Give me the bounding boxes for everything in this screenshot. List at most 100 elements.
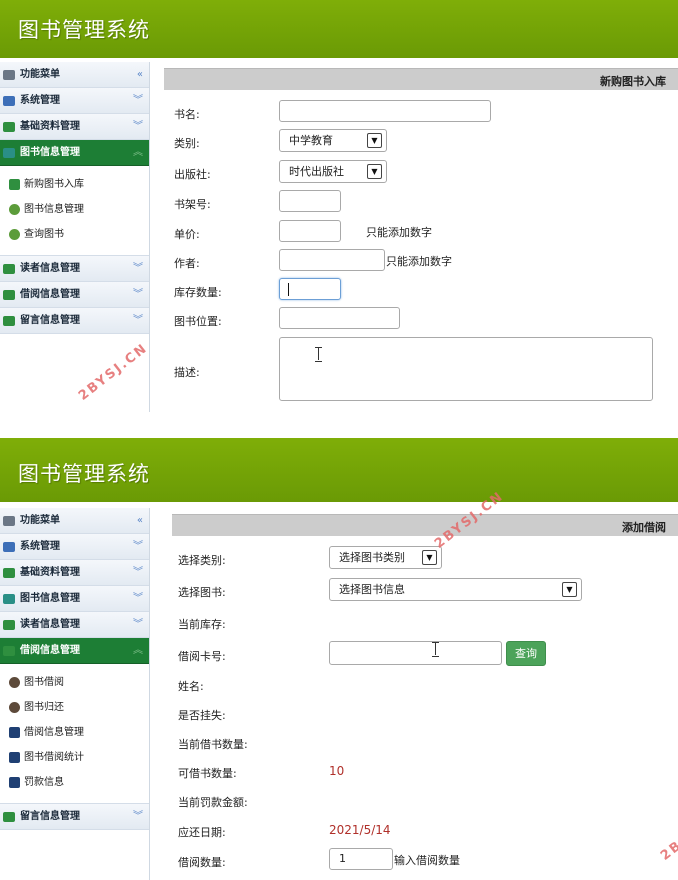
content-area: 添加借阅 选择类别: 选择图书类别 ▼ 选择图书: 选择图书信息 ▼ 当前库存:… xyxy=(172,514,678,880)
price-input[interactable] xyxy=(279,220,341,242)
description-textarea[interactable] xyxy=(279,337,653,401)
sidebar-item-borrow[interactable]: 借阅信息管理 ︾ xyxy=(0,282,149,308)
content-header: 新购图书入库 xyxy=(164,68,678,90)
card-icon xyxy=(3,122,15,132)
gear-icon xyxy=(3,542,15,552)
category-select[interactable]: 中学教育 ▼ xyxy=(279,129,387,152)
author-input[interactable] xyxy=(279,249,385,271)
submenu-item-borrow-manage[interactable]: 借阅信息管理 xyxy=(0,720,149,745)
book-icon xyxy=(9,777,20,788)
person-icon xyxy=(9,702,20,713)
select-category-dropdown[interactable]: 选择图书类别 ▼ xyxy=(329,546,442,569)
submenu-item-fines[interactable]: 罚款信息 xyxy=(0,770,149,795)
sidebar-item-borrow[interactable]: 借阅信息管理 ︽ xyxy=(0,638,149,664)
query-button[interactable]: 查询 xyxy=(506,641,546,666)
select-book-dropdown[interactable]: 选择图书信息 ▼ xyxy=(329,578,582,601)
books-icon xyxy=(3,148,15,158)
sidebar-item-book-info[interactable]: 图书信息管理 ︾ xyxy=(0,586,149,612)
due-date-label: 应还日期: xyxy=(178,826,226,839)
sidebar-item-system[interactable]: 系统管理 ︾ xyxy=(0,88,149,114)
sidebar-item-basic-data[interactable]: 基础资料管理 ︾ xyxy=(0,114,149,140)
price-label: 单价: xyxy=(174,228,200,241)
page-title: 添加借阅 xyxy=(622,521,666,534)
book-name-label: 书名: xyxy=(174,108,200,121)
select-book-label: 选择图书: xyxy=(178,586,226,599)
shelf-no-label: 书架号: xyxy=(174,198,211,211)
submenu-item-label: 图书借阅 xyxy=(24,677,64,688)
books-icon xyxy=(3,594,15,604)
select-category-value: 选择图书类别 xyxy=(339,551,405,564)
borrow-qty-label: 借阅数量: xyxy=(178,856,226,869)
message-icon xyxy=(3,812,15,822)
screenshot-panel-new-book: 图书管理系统 功能菜单 « 系统管理 ︾ 基础资料管理 ︾ 图书信息管理 ︽ 新… xyxy=(0,0,678,412)
card-icon xyxy=(3,568,15,578)
chevron-up-icon: ︽ xyxy=(133,645,143,656)
sidebar-item-label: 基础资料管理 xyxy=(20,121,80,132)
sidebar-item-label: 留言信息管理 xyxy=(20,315,80,326)
app-header: 图书管理系统 xyxy=(0,438,678,502)
submenu-book-info: 新购图书入库 图书信息管理 查询图书 xyxy=(0,166,149,256)
mouse-cursor-icon xyxy=(315,347,323,362)
message-icon xyxy=(3,316,15,326)
chevron-down-icon: ▼ xyxy=(562,582,577,597)
borrow-qty-input[interactable]: 1 xyxy=(329,848,393,870)
chevron-down-icon: ︾ xyxy=(133,541,143,552)
book-add-icon xyxy=(9,179,20,190)
sidebar-item-book-info[interactable]: 图书信息管理 ︽ xyxy=(0,140,149,166)
sidebar-item-reader[interactable]: 读者信息管理 ︾ xyxy=(0,256,149,282)
submenu-item-query-book[interactable]: 查询图书 xyxy=(0,222,149,247)
app-title: 图书管理系统 xyxy=(18,462,150,486)
submenu-item-book-manage[interactable]: 图书信息管理 xyxy=(0,197,149,222)
content-header: 添加借阅 xyxy=(172,514,678,536)
location-input[interactable] xyxy=(279,307,400,329)
sidebar-item-basic-data[interactable]: 基础资料管理 ︾ xyxy=(0,560,149,586)
sidebar-item-message[interactable]: 留言信息管理 ︾ xyxy=(0,308,149,334)
page-title: 新购图书入库 xyxy=(600,75,666,88)
due-date-value: 2021/5/14 xyxy=(329,823,391,837)
submenu-item-label: 图书借阅统计 xyxy=(24,752,84,763)
current-borrowed-label: 当前借书数量: xyxy=(178,738,248,751)
chevron-up-icon: ︽ xyxy=(133,147,143,158)
submenu-item-return-book[interactable]: 图书归还 xyxy=(0,695,149,720)
sidebar-item-reader[interactable]: 读者信息管理 ︾ xyxy=(0,612,149,638)
sidebar-item-label: 读者信息管理 xyxy=(20,619,80,630)
card-no-input[interactable] xyxy=(329,641,502,665)
borrowable-label: 可借书数量: xyxy=(178,767,237,780)
chevron-down-icon: ︾ xyxy=(133,289,143,300)
submenu-item-label: 罚款信息 xyxy=(24,777,64,788)
submenu-item-new-book[interactable]: 新购图书入库 xyxy=(0,172,149,197)
submenu-item-label: 新购图书入库 xyxy=(24,179,84,190)
content-area: 新购图书入库 书名: 类别: 中学教育 ▼ 出版社: 时代出版社 ▼ 书架号: … xyxy=(164,68,678,412)
select-category-label: 选择类别: xyxy=(178,554,226,567)
menu-header[interactable]: 功能菜单 « xyxy=(0,508,149,534)
sidebar-item-label: 借阅信息管理 xyxy=(20,645,80,656)
collapse-icon[interactable]: « xyxy=(137,62,143,88)
submenu-item-label: 查询图书 xyxy=(24,229,64,240)
mouse-cursor-icon xyxy=(432,642,440,657)
chevron-down-icon: ︾ xyxy=(133,315,143,326)
submenu-borrow: 图书借阅 图书归还 借阅信息管理 图书借阅统计 罚款信息 xyxy=(0,664,149,804)
book-name-input[interactable] xyxy=(279,100,491,122)
publisher-select[interactable]: 时代出版社 ▼ xyxy=(279,160,387,183)
chevron-down-icon: ︾ xyxy=(133,121,143,132)
sidebar: 功能菜单 « 系统管理 ︾ 基础资料管理 ︾ 图书信息管理 ︾ 读者信息管理 ︾… xyxy=(0,508,150,880)
borrow-qty-hint: 输入借阅数量 xyxy=(394,854,460,867)
book-icon xyxy=(9,727,20,738)
chevron-down-icon: ▼ xyxy=(422,550,437,565)
current-fine-label: 当前罚款金额: xyxy=(178,796,248,809)
chevron-down-icon: ︾ xyxy=(133,811,143,822)
collapse-icon[interactable]: « xyxy=(137,508,143,534)
menu-icon xyxy=(3,516,15,526)
shelf-no-input[interactable] xyxy=(279,190,341,212)
submenu-item-borrow-stats[interactable]: 图书借阅统计 xyxy=(0,745,149,770)
menu-header-label: 功能菜单 xyxy=(20,69,60,80)
sidebar-item-message[interactable]: 留言信息管理 ︾ xyxy=(0,804,149,830)
sidebar-item-label: 留言信息管理 xyxy=(20,811,80,822)
stock-input[interactable] xyxy=(279,278,341,300)
app-title: 图书管理系统 xyxy=(18,18,150,42)
sidebar-item-label: 借阅信息管理 xyxy=(20,289,80,300)
sidebar-item-label: 系统管理 xyxy=(20,541,60,552)
menu-header[interactable]: 功能菜单 « xyxy=(0,62,149,88)
sidebar-item-system[interactable]: 系统管理 ︾ xyxy=(0,534,149,560)
submenu-item-borrow-book[interactable]: 图书借阅 xyxy=(0,670,149,695)
